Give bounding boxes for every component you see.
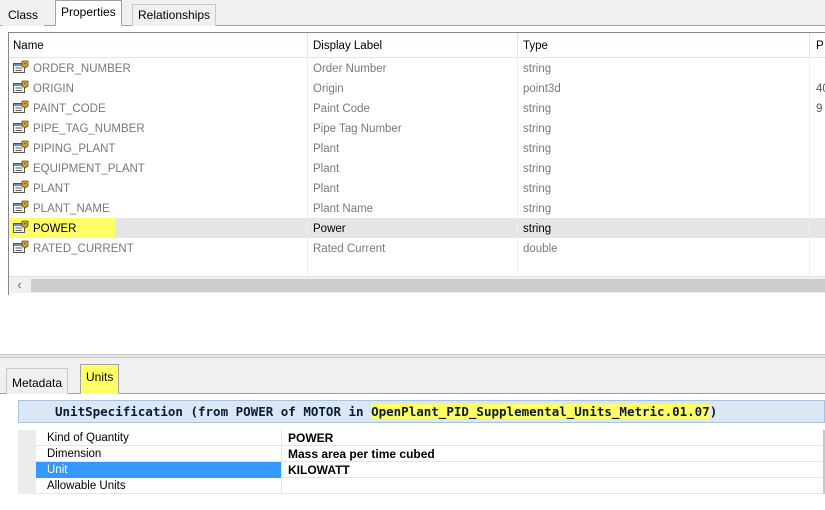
property-type: string: [523, 123, 552, 135]
property-name: ORDER_NUMBER: [33, 63, 131, 75]
property-row[interactable]: ORIGIN Origin point3d 40: [9, 78, 825, 98]
property-name: PAINT_CODE: [33, 103, 106, 115]
property-extra: [816, 198, 825, 218]
unit-grid-row[interactable]: Unit KILOWATT: [18, 462, 825, 478]
property-type: string: [523, 143, 552, 155]
tab-metadata[interactable]: Metadata: [6, 368, 69, 394]
unit-specification-header: UnitSpecification (from POWER of MOTOR i…: [18, 400, 825, 423]
property-display-label: Pipe Tag Number: [313, 123, 402, 135]
property-display-label: Power: [313, 223, 346, 235]
property-name: POWER: [33, 223, 77, 235]
column-header-name[interactable]: Name: [9, 33, 44, 58]
property-type: string: [523, 223, 552, 235]
property-row[interactable]: PAINT_CODE Paint Code string 9: [9, 98, 825, 118]
tab-class[interactable]: Class: [2, 4, 45, 26]
unit-grid-value[interactable]: KILOWATT: [282, 462, 350, 478]
property-row[interactable]: PLANT Plant string: [9, 178, 825, 198]
property-name: RATED_CURRENT: [33, 243, 134, 255]
column-header-extra[interactable]: P: [812, 33, 824, 58]
unit-grid-row[interactable]: Allowable Units: [18, 478, 825, 494]
property-extra: [816, 118, 825, 138]
tab-relationships[interactable]: Relationships: [132, 4, 217, 26]
unit-grid-row[interactable]: Dimension Mass area per time cubed: [18, 446, 825, 462]
column-header-type[interactable]: Type: [519, 33, 548, 58]
property-extra: 9: [816, 103, 823, 115]
unit-specification-title: UnitSpecification (from POWER of MOTOR i…: [55, 401, 717, 424]
unit-grid-value[interactable]: Mass area per time cubed: [282, 446, 435, 462]
property-row[interactable]: PIPING_PLANT Plant string: [9, 138, 825, 158]
property-name: ORIGIN: [33, 83, 74, 95]
unit-grid-value[interactable]: POWER: [282, 430, 333, 446]
column-divider[interactable]: [809, 33, 810, 58]
property-display-label: Plant: [313, 183, 340, 195]
list-header: Name Display Label Type P: [9, 33, 825, 58]
top-tab-strip: Class Properties Relationships: [0, 0, 825, 26]
property-type: string: [523, 163, 552, 175]
property-row[interactable]: PIPE_TAG_NUMBER Pipe Tag Number string: [9, 118, 825, 138]
unit-property-grid: Kind of Quantity POWER Dimension Mass area …: [18, 430, 825, 494]
property-display-label: Origin: [313, 83, 344, 95]
property-row[interactable]: EQUIPMENT_PLANT Plant string: [9, 158, 825, 178]
property-name: PLANT: [33, 183, 71, 195]
property-type: double: [523, 243, 558, 255]
property-type: string: [523, 63, 552, 75]
property-list[interactable]: Name Display Label Type P ORDER_NUMBER Or…: [8, 32, 825, 295]
column-header-display-label[interactable]: Display Label: [309, 33, 382, 58]
property-type: string: [523, 103, 552, 115]
property-type: point3d: [523, 83, 561, 95]
grid-line: [307, 58, 308, 283]
unit-grid-key[interactable]: Dimension: [36, 446, 282, 462]
unit-grid-value[interactable]: [282, 478, 288, 494]
property-display-label: Plant Name: [313, 203, 374, 215]
grid-line: [809, 58, 810, 283]
property-display-label: Paint Code: [313, 103, 370, 115]
column-divider[interactable]: [517, 33, 518, 58]
grid-line: [517, 58, 518, 283]
property-type: string: [523, 203, 552, 215]
property-row[interactable]: PLANT_NAME Plant Name string: [9, 198, 825, 218]
grid-row-margin: [18, 430, 36, 446]
property-row[interactable]: ORDER_NUMBER Order Number string: [9, 58, 825, 78]
property-display-label: Rated Current: [313, 243, 386, 255]
property-extra: [816, 138, 825, 158]
property-extra: [816, 158, 825, 178]
property-row[interactable]: POWER Power string: [9, 218, 825, 238]
title-prefix: UnitSpecification (from POWER of MOTOR i…: [55, 404, 372, 419]
tab-strip-border: [0, 25, 825, 26]
property-extra: [816, 178, 825, 198]
property-display-label: Order Number: [313, 63, 387, 75]
property-extra: [816, 58, 825, 78]
property-name: PLANT_NAME: [33, 203, 110, 215]
property-display-label: Plant: [313, 143, 340, 155]
unit-grid-row[interactable]: Kind of Quantity POWER: [18, 430, 825, 446]
chevron-left-icon[interactable]: ‹: [11, 277, 28, 294]
property-extra: [816, 218, 825, 238]
scrollbar-thumb[interactable]: [31, 279, 825, 292]
schema-name-highlight: OpenPlant_PID_Supplemental_Units_Metric.…: [371, 404, 710, 419]
unit-grid-key[interactable]: Kind of Quantity: [36, 430, 282, 446]
property-name: PIPING_PLANT: [33, 143, 116, 155]
grid-row-margin: [18, 462, 36, 478]
unit-grid-key[interactable]: Allowable Units: [36, 478, 282, 494]
tab-units[interactable]: Units: [80, 364, 120, 394]
property-extra: 40: [816, 83, 825, 95]
unit-grid-key[interactable]: Unit: [36, 462, 282, 478]
property-row[interactable]: RATED_CURRENT Rated Current double: [9, 238, 825, 258]
units-panel: UnitSpecification (from POWER of MOTOR i…: [0, 394, 825, 510]
title-suffix: ): [709, 404, 718, 419]
property-name: PIPE_TAG_NUMBER: [33, 123, 145, 135]
grid-row-margin: [18, 446, 36, 462]
grid-row-margin: [18, 478, 36, 494]
property-display-label: Plant: [313, 163, 340, 175]
tab-properties[interactable]: Properties: [55, 0, 122, 26]
column-divider[interactable]: [307, 33, 308, 58]
property-extra: [816, 238, 825, 258]
property-type: string: [523, 183, 552, 195]
bottom-tab-strip: Metadata Units: [0, 358, 825, 394]
horizontal-scrollbar[interactable]: ‹: [9, 276, 825, 293]
property-name: EQUIPMENT_PLANT: [33, 163, 145, 175]
